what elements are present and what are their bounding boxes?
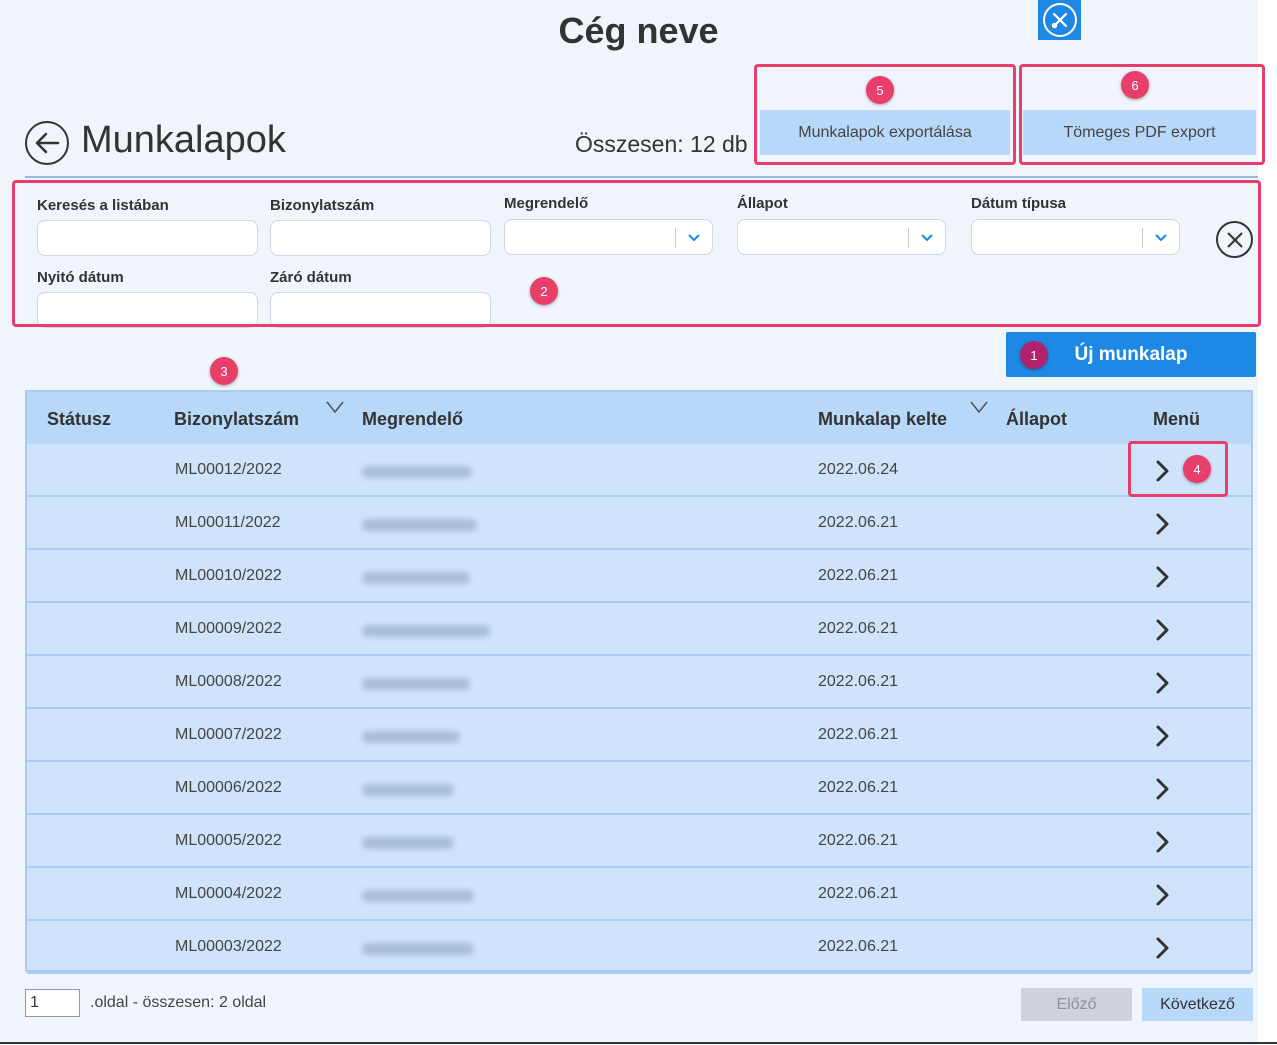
date-cell: 2022.06.21: [818, 673, 899, 690]
chevron-right-icon[interactable]: [1147, 615, 1177, 645]
chevron-right-icon[interactable]: [1147, 880, 1177, 910]
customer-cell-redacted: [362, 943, 474, 955]
previous-button[interactable]: Előző: [1021, 988, 1132, 1021]
table-row[interactable]: ML00010/2022 2022.06.21: [27, 550, 1251, 603]
customer-cell-redacted: [362, 678, 470, 690]
badge-1: 1: [1020, 341, 1048, 369]
badge-3: 3: [210, 357, 238, 385]
doc-number-cell: ML00009/2022: [175, 620, 282, 637]
customer-select[interactable]: [504, 219, 713, 255]
chevron-right-icon[interactable]: [1147, 456, 1177, 486]
page-number-input[interactable]: [25, 989, 80, 1017]
sort-chevron-icon[interactable]: [326, 400, 344, 414]
table-row[interactable]: ML00012/2022 2022.06.24: [27, 444, 1251, 497]
table-row[interactable]: ML00009/2022 2022.06.21: [27, 603, 1251, 656]
header-menu: Menü: [1153, 409, 1200, 429]
status-label: Állapot: [737, 195, 788, 212]
customer-label: Megrendelő: [504, 195, 589, 212]
date-cell: 2022.06.21: [818, 938, 899, 955]
header-state: Állapot: [1006, 409, 1067, 429]
table-row[interactable]: ML00004/2022 2022.06.21: [27, 868, 1251, 921]
header-date[interactable]: Munkalap kelte: [818, 409, 947, 430]
doc-number-cell: ML00004/2022: [175, 885, 282, 902]
export-worksheets-button[interactable]: Munkalapok exportálása: [760, 110, 1010, 155]
doc-number-cell: ML00006/2022: [175, 779, 282, 796]
date-cell: 2022.06.21: [818, 779, 899, 796]
doc-number-cell: ML00008/2022: [175, 673, 282, 690]
search-input[interactable]: [37, 220, 258, 256]
clear-filters-icon[interactable]: [1216, 221, 1253, 258]
chevron-right-icon[interactable]: [1147, 827, 1177, 857]
date-type-select[interactable]: [971, 219, 1180, 255]
customer-cell-redacted: [362, 890, 474, 902]
doc-number-cell: ML00012/2022: [175, 461, 282, 478]
header-status: Státusz: [47, 409, 112, 429]
table-row[interactable]: ML00007/2022 2022.06.21: [27, 709, 1251, 762]
chevron-down-icon: [688, 234, 700, 242]
tools-icon: [1042, 3, 1077, 37]
sort-chevron-icon[interactable]: [970, 400, 988, 414]
date-cell: 2022.06.21: [818, 832, 899, 849]
search-label: Keresés a listában: [37, 197, 169, 214]
header-customer: Megrendelő: [362, 409, 464, 429]
bottom-divider: [0, 1042, 1277, 1044]
customer-cell-redacted: [362, 519, 477, 531]
date-cell: 2022.06.21: [818, 567, 899, 584]
header-doc-number[interactable]: Bizonylatszám: [174, 409, 299, 430]
chevron-down-icon: [1155, 234, 1167, 242]
tools-button[interactable]: [1038, 0, 1081, 40]
customer-cell-redacted: [362, 784, 454, 796]
date-cell: 2022.06.21: [818, 885, 899, 902]
table-row[interactable]: ML00003/2022 2022.06.21: [27, 921, 1251, 974]
date-cell: 2022.06.24: [818, 461, 899, 478]
badge-5: 5: [866, 76, 894, 104]
table-row[interactable]: ML00008/2022 2022.06.21: [27, 656, 1251, 709]
header-divider: [25, 176, 1258, 178]
chevron-right-icon[interactable]: [1147, 933, 1177, 963]
badge-2: 2: [530, 277, 558, 305]
customer-cell-redacted: [362, 837, 454, 849]
table-row[interactable]: ML00006/2022 2022.06.21: [27, 762, 1251, 815]
table-header: Státusz Bizonylatszám Megrendelő Munkala…: [27, 392, 1251, 444]
doc-number-cell: ML00007/2022: [175, 726, 282, 743]
chevron-right-icon[interactable]: [1147, 774, 1177, 804]
doc-number-cell: ML00010/2022: [175, 567, 282, 584]
customer-cell-redacted: [362, 625, 490, 637]
company-name: Cég neve: [558, 10, 719, 51]
date-cell: 2022.06.21: [818, 620, 899, 637]
end-date-input[interactable]: [270, 292, 491, 328]
back-arrow-icon[interactable]: [25, 121, 69, 165]
badge-6: 6: [1121, 71, 1149, 99]
doc-number-cell: ML00005/2022: [175, 832, 282, 849]
doc-number-cell: ML00003/2022: [175, 938, 282, 955]
page-info: .oldal - összesen: 2 oldal: [90, 994, 267, 1011]
doc-number-label: Bizonylatszám: [270, 197, 375, 214]
date-cell: 2022.06.21: [818, 726, 899, 743]
table-row[interactable]: ML00005/2022 2022.06.21: [27, 815, 1251, 868]
chevron-right-icon[interactable]: [1147, 509, 1177, 539]
customer-cell-redacted: [362, 731, 460, 743]
total-count: Összesen: 12 db: [575, 131, 748, 157]
chevron-right-icon[interactable]: [1147, 562, 1177, 592]
doc-number-cell: ML00011/2022: [175, 514, 281, 531]
table-row[interactable]: ML00011/2022 2022.06.21: [27, 497, 1251, 550]
start-date-input[interactable]: [37, 292, 258, 328]
bulk-pdf-export-button[interactable]: Tömeges PDF export: [1023, 110, 1256, 155]
right-margin: [1258, 0, 1277, 1045]
badge-4: 4: [1183, 455, 1211, 483]
chevron-right-icon[interactable]: [1147, 668, 1177, 698]
next-button[interactable]: Következő: [1142, 988, 1253, 1021]
worksheet-table: Státusz Bizonylatszám Megrendelő Munkala…: [25, 390, 1253, 974]
doc-number-input[interactable]: [270, 220, 491, 256]
chevron-right-icon[interactable]: [1147, 721, 1177, 751]
start-date-label: Nyitó dátum: [37, 269, 124, 286]
customer-cell-redacted: [362, 572, 470, 584]
status-select[interactable]: [737, 219, 946, 255]
page-title: Munkalapok: [81, 119, 286, 161]
chevron-down-icon: [921, 234, 933, 242]
end-date-label: Záró dátum: [270, 269, 352, 286]
date-type-label: Dátum típusa: [971, 195, 1067, 212]
customer-cell-redacted: [362, 466, 472, 478]
date-cell: 2022.06.21: [818, 514, 899, 531]
